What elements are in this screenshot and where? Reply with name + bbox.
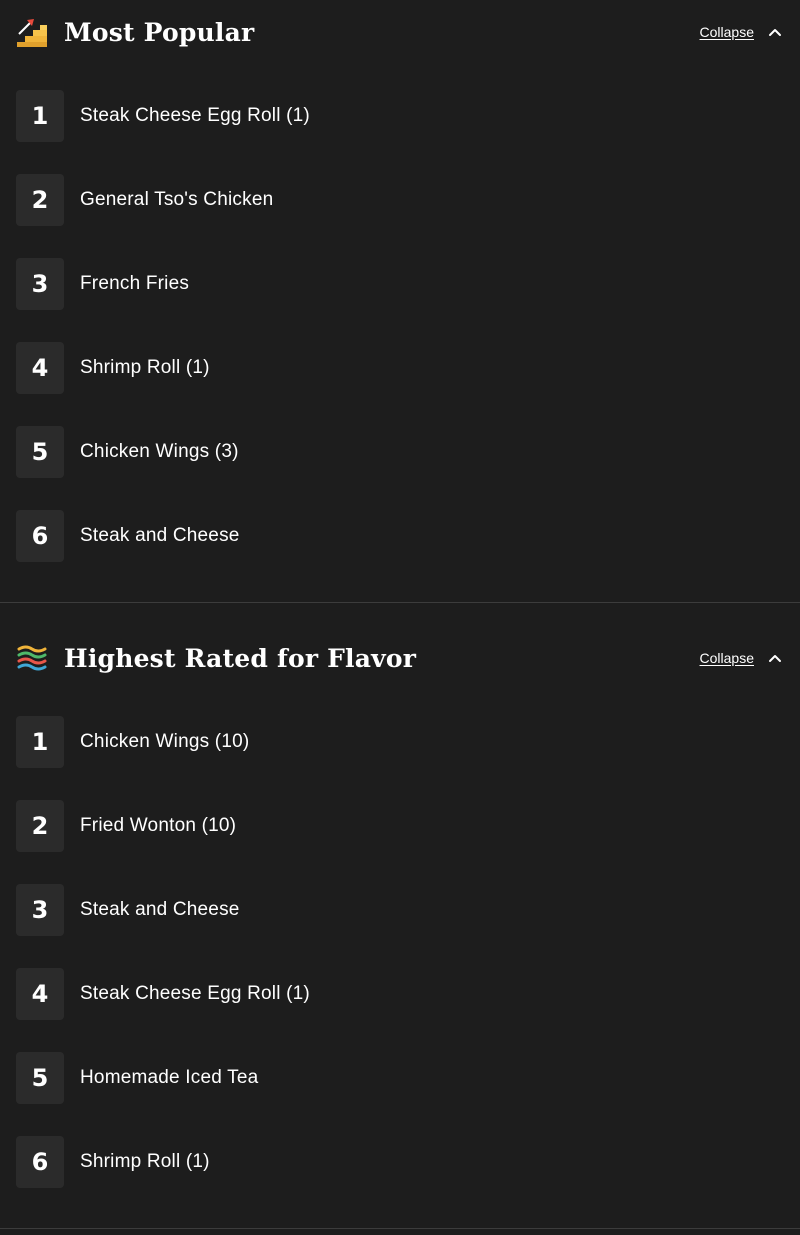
rank-badge: 6 [16,510,64,562]
item-name: Steak Cheese Egg Roll (1) [80,105,310,126]
item-name: Shrimp Roll (1) [80,1151,210,1172]
section-divider [0,1228,800,1229]
rank-badge: 5 [16,1052,64,1104]
collapse-label: Collapse [699,24,754,40]
item-name: Chicken Wings (10) [80,731,250,752]
item-name: Steak Cheese Egg Roll (1) [80,983,310,1004]
list-item[interactable]: 2 Fried Wonton (10) [16,800,784,852]
collapse-label: Collapse [699,650,754,666]
list-item[interactable]: 3 French Fries [16,258,784,310]
rank-badge: 5 [16,426,64,478]
item-name: Homemade Iced Tea [80,1067,259,1088]
list-item[interactable]: 1 Steak Cheese Egg Roll (1) [16,90,784,142]
collapse-button[interactable]: Collapse [700,24,784,40]
section-header: Highest Rated for Flavor Collapse [16,641,784,675]
rank-badge: 1 [16,716,64,768]
item-name: Steak and Cheese [80,899,240,920]
list-item[interactable]: 6 Steak and Cheese [16,510,784,562]
rank-badge: 2 [16,174,64,226]
list-item[interactable]: 4 Shrimp Roll (1) [16,342,784,394]
item-name: General Tso's Chicken [80,189,274,210]
section-header: Most Popular Collapse [16,15,784,49]
section-title: Most Popular [64,17,255,47]
item-name: Fried Wonton (10) [80,815,237,836]
list-item[interactable]: 1 Chicken Wings (10) [16,716,784,768]
list-item[interactable]: 5 Homemade Iced Tea [16,1052,784,1104]
ranked-menu-page: Most Popular Collapse 1 Steak Cheese Egg… [0,0,800,1235]
collapse-button[interactable]: Collapse [700,650,784,666]
ranked-list: 1 Chicken Wings (10) 2 Fried Wonton (10)… [16,716,784,1220]
rank-badge: 2 [16,800,64,852]
item-name: Shrimp Roll (1) [80,357,210,378]
rank-badge: 6 [16,1136,64,1188]
chevron-up-icon [769,655,781,662]
most-popular-section: Most Popular Collapse 1 Steak Cheese Egg… [0,0,800,602]
rank-badge: 1 [16,90,64,142]
flavor-waves-icon [17,645,47,671]
item-name: Steak and Cheese [80,525,240,546]
section-title: Highest Rated for Flavor [64,643,417,673]
list-item[interactable]: 2 General Tso's Chicken [16,174,784,226]
rank-badge: 3 [16,258,64,310]
rank-badge: 3 [16,884,64,936]
rank-badge: 4 [16,342,64,394]
stairs-icon [17,19,47,47]
highest-rated-flavor-section: Highest Rated for Flavor Collapse 1 Chic… [0,603,800,1228]
list-item[interactable]: 5 Chicken Wings (3) [16,426,784,478]
chevron-up-icon [769,29,781,36]
ranked-list: 1 Steak Cheese Egg Roll (1) 2 General Ts… [16,90,784,594]
rank-badge: 4 [16,968,64,1020]
list-item[interactable]: 6 Shrimp Roll (1) [16,1136,784,1188]
item-name: Chicken Wings (3) [80,441,239,462]
list-item[interactable]: 3 Steak and Cheese [16,884,784,936]
list-item[interactable]: 4 Steak Cheese Egg Roll (1) [16,968,784,1020]
item-name: French Fries [80,273,190,294]
